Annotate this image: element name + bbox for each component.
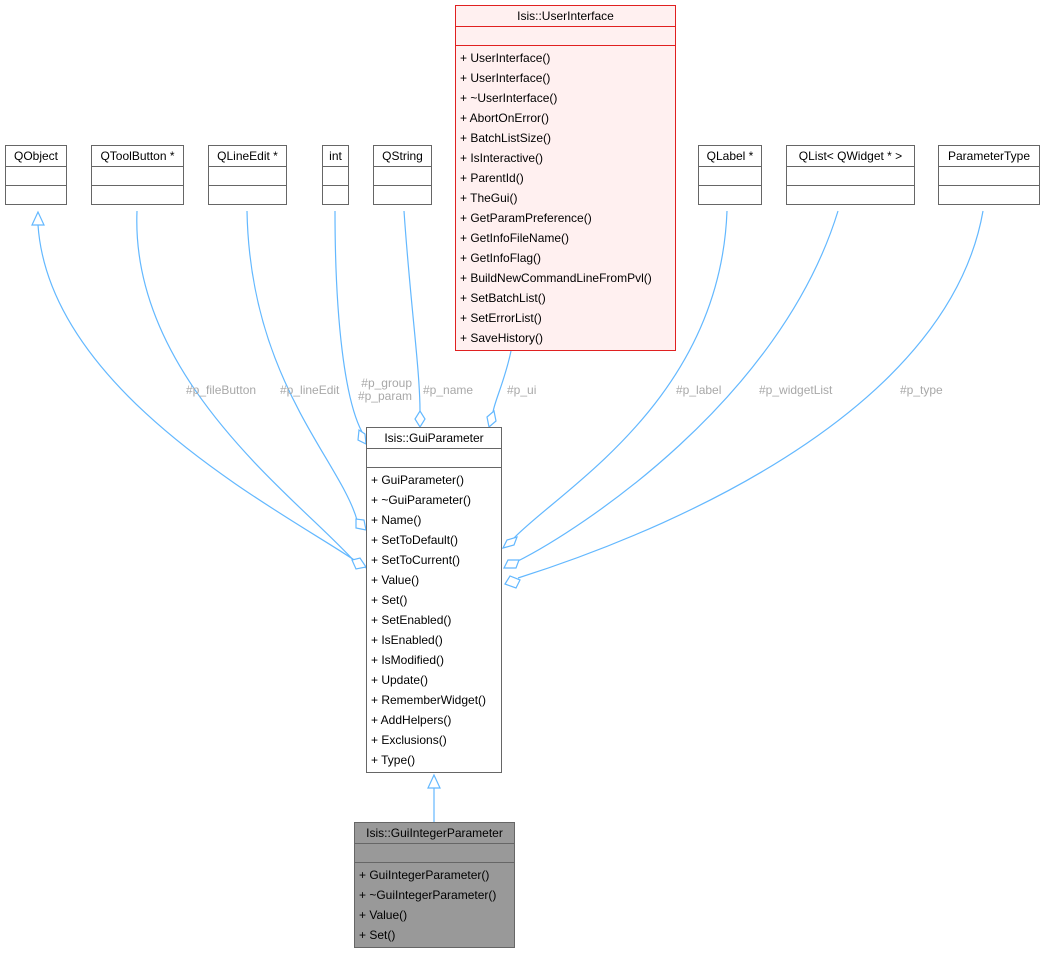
- class-node-guiintegerparameter[interactable]: Isis::GuiIntegerParameter + GuiIntegerPa…: [354, 822, 515, 948]
- class-operation: + AddHelpers(): [371, 713, 452, 727]
- class-operation: + Set(): [371, 593, 408, 607]
- class-attributes: [456, 27, 675, 46]
- class-operation: + IsModified(): [371, 653, 445, 667]
- class-operation: + Exclusions(): [371, 733, 447, 747]
- class-title: QList< QWidget * >: [787, 146, 914, 167]
- class-operation: + ParentId(): [460, 171, 524, 185]
- class-attributes: [374, 167, 431, 186]
- class-title: QLineEdit *: [209, 146, 286, 167]
- class-operation: + Value(): [359, 908, 408, 922]
- class-attributes: [323, 167, 348, 186]
- class-operation: + GetParamPreference(): [460, 211, 592, 225]
- class-operations: [323, 186, 348, 204]
- class-operation: + UserInterface(): [460, 51, 551, 65]
- class-title: Isis::UserInterface: [456, 6, 675, 27]
- class-operation: + Value(): [371, 573, 420, 587]
- edge-label-ui: #p_ui: [507, 383, 537, 397]
- edge-ui: [492, 350, 512, 413]
- class-operation: + SaveHistory(): [460, 331, 544, 345]
- class-operations: [6, 186, 66, 204]
- class-operations: + GuiParameter() + ~GuiParameter() + Name(…: [367, 468, 501, 772]
- class-operation: + ~GuiIntegerParameter(): [359, 888, 497, 902]
- diamond-ui: [486, 409, 497, 429]
- class-attributes: [209, 167, 286, 186]
- class-node-qlineedit[interactable]: QLineEdit *: [208, 145, 287, 205]
- class-title: QLabel *: [699, 146, 761, 167]
- diamond-qlist: [503, 559, 520, 569]
- class-operations: + UserInterface() + UserInterface() + ~Use…: [456, 46, 675, 350]
- diamond-int: [357, 428, 367, 446]
- diamond-filebutton: [351, 557, 367, 570]
- class-operation: + SetEnabled(): [371, 613, 452, 627]
- class-operation: + SetBatchList(): [460, 291, 546, 305]
- class-operation: + IsInteractive(): [460, 151, 544, 165]
- class-title: ParameterType: [939, 146, 1039, 167]
- class-operation: + AbortOnError(): [460, 111, 550, 125]
- class-operation: + Name(): [371, 513, 422, 527]
- class-operation: + ~GuiParameter(): [371, 493, 472, 507]
- class-node-userinterface[interactable]: Isis::UserInterface + UserInterface() + U…: [455, 5, 676, 351]
- class-operation: + ~UserInterface(): [460, 91, 558, 105]
- class-title: Isis::GuiParameter: [367, 428, 501, 449]
- class-node-guiparameter[interactable]: Isis::GuiParameter + GuiParameter()+ ~Gu…: [366, 427, 502, 773]
- class-operations: [699, 186, 761, 204]
- diamond-parametertype: [504, 575, 521, 589]
- class-title: QToolButton *: [92, 146, 183, 167]
- class-operations: [939, 186, 1039, 204]
- class-operations: [209, 186, 286, 204]
- class-node-qobject[interactable]: QObject: [5, 145, 67, 205]
- class-operation: + SetErrorList(): [460, 311, 542, 325]
- class-node-parametertype[interactable]: ParameterType: [938, 145, 1040, 205]
- class-attributes: [939, 167, 1039, 186]
- class-operation: + BatchListSize(): [460, 131, 552, 145]
- class-operations: [787, 186, 914, 204]
- class-operation: + GetInfoFlag(): [460, 251, 542, 265]
- edge-label-type: #p_type: [900, 383, 943, 397]
- edge-label-file-button: #p_fileButton: [186, 383, 257, 397]
- class-operations: [92, 186, 183, 204]
- class-operation: + Set(): [359, 928, 396, 942]
- class-operation: + UserInterface(): [460, 71, 551, 85]
- edge-label-label: #p_label: [676, 383, 722, 397]
- diamond-lineedit: [355, 518, 367, 531]
- class-node-qstring[interactable]: QString: [373, 145, 432, 205]
- edge-label-group-param: #p_group #p_param: [354, 377, 412, 403]
- class-node-qlist-qwidget[interactable]: QList< QWidget * >: [786, 145, 915, 205]
- class-operation: + BuildNewCommandLineFromPvl(): [460, 271, 652, 285]
- edge-lineedit: [246, 210, 358, 521]
- class-title: QObject: [6, 146, 66, 167]
- class-attributes: [355, 844, 514, 863]
- edge-label-name: #p_name: [423, 383, 474, 397]
- class-attributes: [367, 449, 501, 468]
- class-operation: + GuiIntegerParameter(): [359, 868, 490, 882]
- class-operation: + RememberWidget(): [371, 693, 487, 707]
- class-operation: + GetInfoFileName(): [460, 231, 570, 245]
- edge-label-line-edit: #p_lineEdit: [280, 383, 340, 397]
- class-operation: + TheGui(): [460, 191, 518, 205]
- class-node-qtoolbutton[interactable]: QToolButton *: [91, 145, 184, 205]
- class-title: QString: [374, 146, 431, 167]
- class-operation: + SetToCurrent(): [371, 553, 461, 567]
- diamond-qlabel: [501, 536, 518, 549]
- class-operations: + GuiIntegerParameter() + ~GuiIntegerPara…: [355, 863, 514, 947]
- class-operation: + GuiParameter(): [371, 473, 465, 487]
- class-operations: [374, 186, 431, 204]
- class-title: int: [323, 146, 348, 167]
- class-attributes: [92, 167, 183, 186]
- class-attributes: [787, 167, 914, 186]
- class-node-qlabel[interactable]: QLabel *: [698, 145, 762, 205]
- class-operation: + Type(): [371, 753, 416, 767]
- class-operation: + IsEnabled(): [371, 633, 443, 647]
- inherit-arrow-guiparameter: [427, 773, 441, 789]
- class-attributes: [6, 167, 66, 186]
- class-operation: + Update(): [371, 673, 429, 687]
- edge-label-param: #p_param: [357, 389, 412, 403]
- inherit-arrow-qobject: [31, 210, 45, 226]
- diamond-qstring: [414, 409, 426, 429]
- class-attributes: [699, 167, 761, 186]
- class-operation: + SetToDefault(): [371, 533, 459, 547]
- edge-label-widget-list: #p_widgetList: [759, 383, 833, 397]
- class-title: Isis::GuiIntegerParameter: [355, 823, 514, 844]
- class-node-int[interactable]: int: [322, 145, 349, 205]
